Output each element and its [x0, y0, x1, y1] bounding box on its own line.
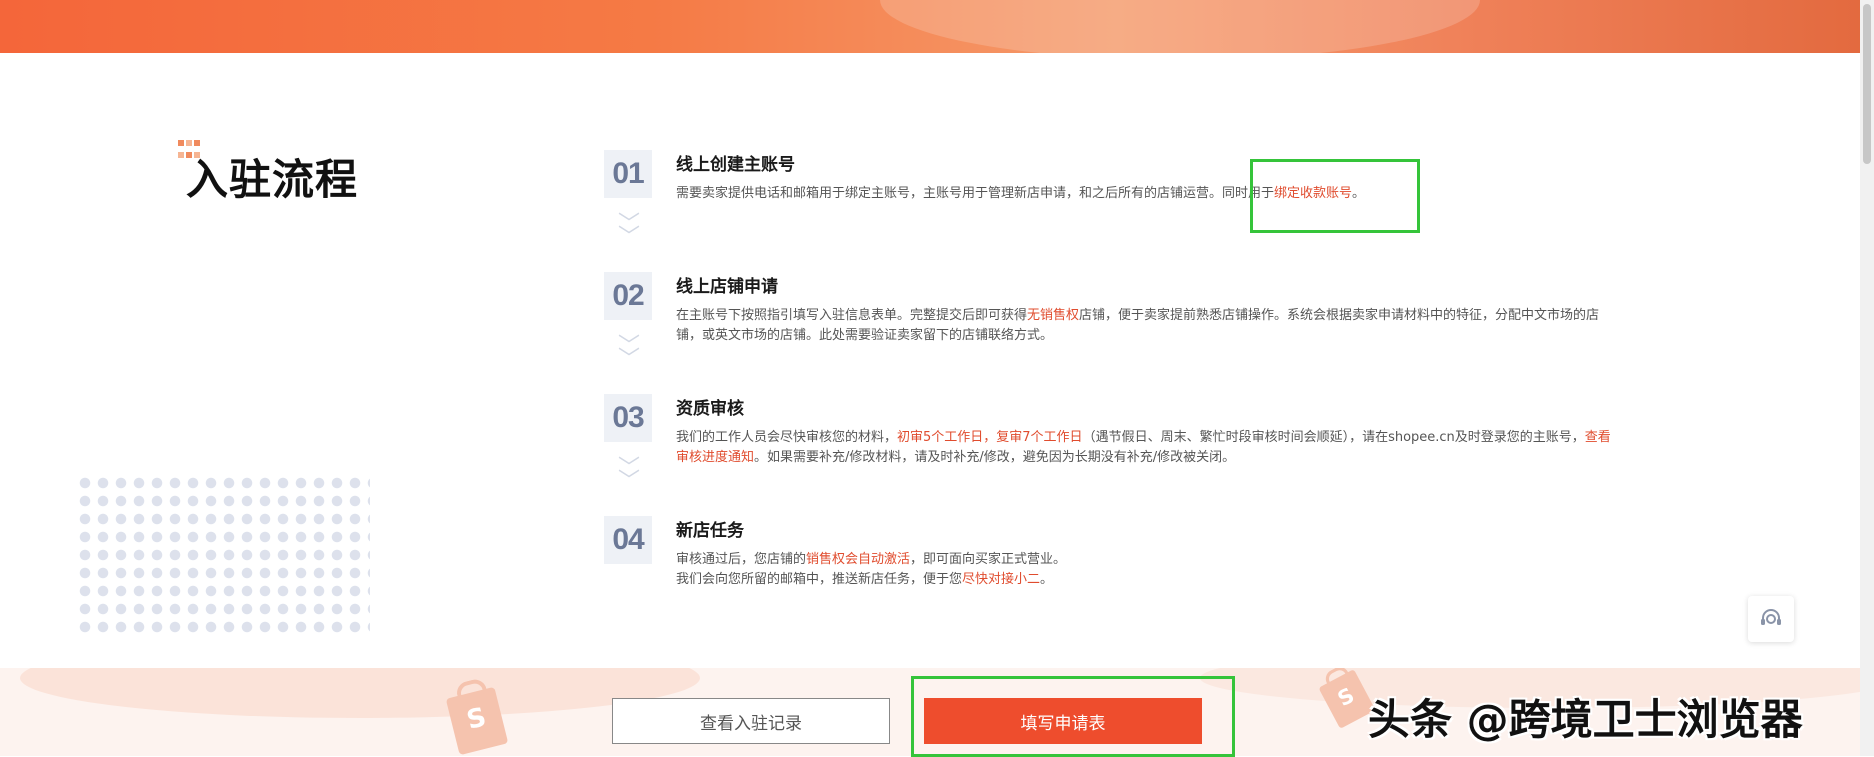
step-number-4: 04 [604, 516, 652, 564]
section-title: 入驻流程 [186, 155, 359, 204]
headset-icon [1761, 609, 1781, 625]
step-desc-3: 我们的工作人员会尽快审核您的材料，初审5个工作日，复审7个工作日（遇节假日、周末… [676, 430, 1611, 465]
banner-glow [880, 0, 1480, 53]
step-title-3: 资质审核 [676, 399, 744, 419]
customer-support-button[interactable] [1748, 596, 1794, 642]
view-records-button[interactable]: 查看入驻记录 [612, 698, 890, 744]
step-number-3: 03 [604, 394, 652, 442]
step-desc-4: 审核通过后，您店铺的销售权会自动激活，即可面向买家正式营业。 我们会向您所留的邮箱… [676, 552, 1067, 587]
step-title-4: 新店任务 [676, 521, 744, 541]
step-title-1: 线上创建主账号 [676, 155, 795, 175]
highlight-box-payment-link [1250, 159, 1420, 233]
step-desc-1: 需要卖家提供电话和邮箱用于绑定主账号，主账号用于管理新店申请，和之后所有的店铺运… [676, 186, 1366, 201]
step-title-2: 线上店铺申请 [676, 277, 778, 297]
highlight-box-apply-button [911, 676, 1235, 757]
scrollbar[interactable] [1860, 0, 1874, 756]
chevron-down-icon: ﹀ ﹀ [618, 334, 641, 372]
chevron-down-icon: ﹀ ﹀ [618, 456, 641, 494]
scrollbar-thumb[interactable] [1863, 4, 1871, 164]
chevron-down-icon: ﹀ ﹀ [618, 212, 641, 250]
step-desc-2: 在主账号下按照指引填写入驻信息表单。完整提交后即可获得无销售权店铺，便于卖家提前… [676, 308, 1600, 343]
step-number-2: 02 [604, 272, 652, 320]
watermark: 头条 @跨境卫士浏览器 [1368, 695, 1803, 744]
decorative-wave [20, 668, 700, 718]
step-number-1: 01 [604, 150, 652, 198]
dot-grid-decoration [76, 474, 370, 634]
top-banner [0, 0, 1860, 53]
